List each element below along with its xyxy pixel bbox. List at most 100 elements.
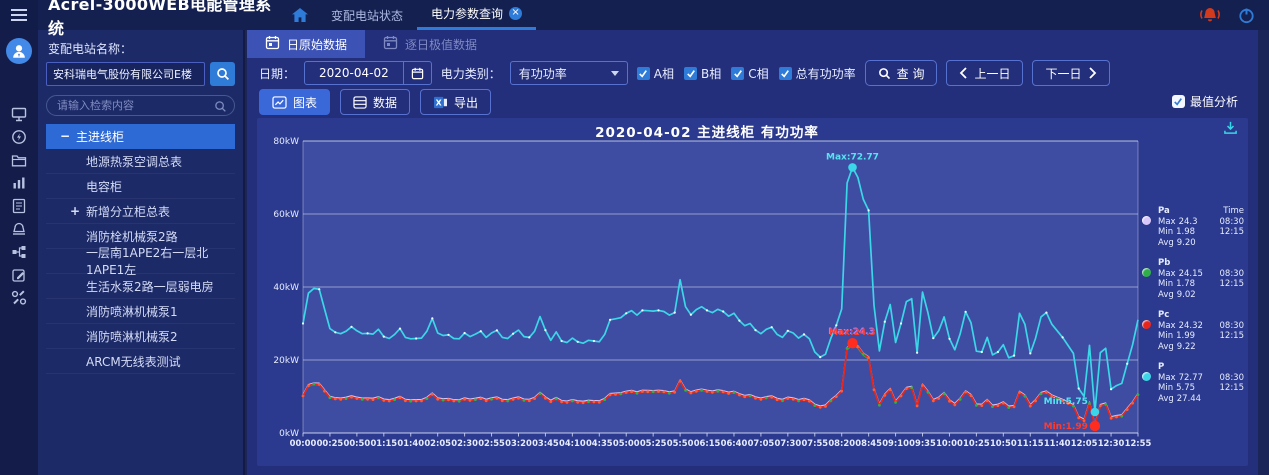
phase-checkbox-A相[interactable]: A相	[637, 65, 674, 82]
phase-checkbox-C相[interactable]: C相	[731, 65, 768, 82]
alarm-bell-icon[interactable]	[1198, 6, 1222, 24]
user-avatar[interactable]	[6, 38, 32, 64]
topbar-tab-1[interactable]: 电力参数查询×	[417, 0, 536, 30]
tools-icon[interactable]	[8, 290, 30, 306]
phase-checkbox-B相[interactable]: B相	[684, 65, 721, 82]
phase-marker	[587, 400, 590, 403]
phase-marker	[318, 383, 321, 386]
phase-marker	[803, 398, 806, 401]
total-marker	[383, 336, 385, 338]
phase-marker	[986, 399, 989, 402]
menu-icon[interactable]	[0, 0, 38, 30]
tree-item[interactable]: +新增分立柜总表	[46, 199, 235, 224]
line-chart-icon	[272, 96, 287, 109]
topbar-tab-0[interactable]: 变配电站状态	[317, 0, 417, 30]
annotation-dot	[847, 338, 857, 348]
total-marker	[657, 309, 659, 311]
export-button[interactable]: X 导出	[420, 89, 491, 115]
legend-entry-P: PMax72.7708:30Min5.7512:15Avg27.44	[1142, 362, 1246, 404]
power-icon[interactable]	[1238, 7, 1255, 24]
close-tab-icon[interactable]: ×	[509, 7, 522, 20]
phase-checkbox-label: 总有功功率	[796, 65, 856, 82]
device-icon[interactable]	[8, 244, 30, 260]
x-tick-label: 10:00	[936, 438, 963, 448]
x-tick-label: 00:00	[290, 438, 317, 448]
phase-marker	[523, 399, 526, 402]
station-search-button[interactable]	[210, 62, 235, 86]
tree-item[interactable]: 消防喷淋机械泵1	[46, 299, 235, 324]
data-tabs: 日原始数据逐日极值数据	[247, 30, 1258, 58]
phase-marker	[889, 388, 892, 391]
expander-icon[interactable]: +	[68, 204, 82, 218]
phase-marker	[754, 397, 757, 400]
total-marker	[561, 340, 563, 342]
x-tick-label: 02:55	[478, 438, 505, 448]
series-name: Pa	[1158, 206, 1170, 217]
tree-item[interactable]: −主进线柜	[46, 124, 235, 149]
app-title: Acrel-3000WEB电能管理系统	[38, 0, 283, 30]
bar-chart-icon[interactable]	[8, 175, 30, 191]
tree-item[interactable]: 电容柜	[46, 174, 235, 199]
x-tick-label: 12:30	[1098, 438, 1125, 448]
power-category-select[interactable]: 有功功率	[510, 61, 628, 85]
tree-item[interactable]: ARCM无线表测试	[46, 349, 235, 374]
search-icon	[878, 67, 891, 80]
tree-filter-input[interactable]	[46, 95, 235, 116]
legend-entry-Pb: PbMax24.1508:30Min1.7812:15Avg9.02	[1142, 258, 1246, 300]
phase-marker	[512, 398, 515, 401]
tree-item-label: 生活水泵2路一层弱电房	[86, 278, 214, 295]
next-day-button[interactable]: 下一日	[1032, 60, 1109, 86]
phase-marker	[528, 399, 531, 402]
stat-value: 9.20	[1177, 238, 1196, 249]
phase-marker	[894, 401, 897, 404]
stat-value: 24.32	[1179, 321, 1203, 332]
phase-marker	[1040, 392, 1043, 395]
date-picker[interactable]: 2020-04-02	[304, 61, 432, 85]
archive-icon[interactable]	[8, 152, 30, 168]
total-marker	[625, 312, 627, 314]
legend-stat-row: Max72.7708:30	[1158, 373, 1246, 384]
chart-view-button[interactable]: 图表	[259, 89, 330, 115]
data-tab-1[interactable]: 逐日极值数据	[365, 30, 495, 58]
tree-item[interactable]: 一层南1APE2右一层北1APE1左	[46, 249, 235, 274]
phase-marker	[350, 396, 353, 399]
phase-marker	[813, 404, 816, 407]
phase-checkbox-总有功功率[interactable]: 总有功功率	[779, 65, 856, 82]
series-name: Pc	[1158, 310, 1169, 321]
tree-item[interactable]: 地源热泵空调总表	[46, 149, 235, 174]
expander-icon[interactable]: −	[58, 129, 72, 143]
data-view-button[interactable]: 数据	[340, 89, 410, 115]
phase-marker	[975, 404, 978, 407]
total-marker	[496, 329, 498, 331]
phase-marker	[619, 393, 622, 396]
phase-marker	[447, 398, 450, 401]
tree-item[interactable]: 消防喷淋机械泵2	[46, 324, 235, 349]
phase-marker	[1137, 393, 1140, 396]
total-marker	[399, 328, 401, 330]
monitor-icon[interactable]	[8, 106, 30, 122]
peak-analysis-checkbox[interactable]: 最值分析	[1172, 93, 1238, 110]
report-icon[interactable]	[8, 198, 30, 214]
tree-item[interactable]: 生活水泵2路一层弱电房	[46, 274, 235, 299]
home-icon[interactable]	[283, 0, 317, 30]
x-tick-label: 01:40	[397, 438, 424, 448]
power-chart[interactable]: 0kW20kW40kW60kW80kW00:0000:2500:5001:150…	[263, 133, 1163, 463]
phase-checkbox-label: B相	[701, 65, 721, 82]
phase-marker	[625, 391, 628, 394]
energy-icon[interactable]	[8, 129, 30, 145]
query-button[interactable]: 查 询	[865, 60, 938, 86]
previous-day-button[interactable]: 上一日	[946, 60, 1023, 86]
stat-value: 1.78	[1176, 279, 1195, 290]
phase-marker	[1088, 402, 1091, 405]
phase-marker	[458, 400, 461, 403]
phase-marker	[695, 390, 698, 393]
station-name-input[interactable]	[46, 62, 205, 86]
download-icon[interactable]	[1223, 120, 1238, 139]
legend-stat-row: Avg9.20	[1158, 238, 1246, 249]
phase-marker	[366, 398, 369, 401]
edit-icon[interactable]	[8, 267, 30, 283]
calendar-icon[interactable]	[403, 61, 431, 85]
phase-marker	[549, 400, 552, 403]
alarm-icon[interactable]	[8, 221, 30, 237]
x-tick-label: 09:10	[882, 438, 909, 448]
